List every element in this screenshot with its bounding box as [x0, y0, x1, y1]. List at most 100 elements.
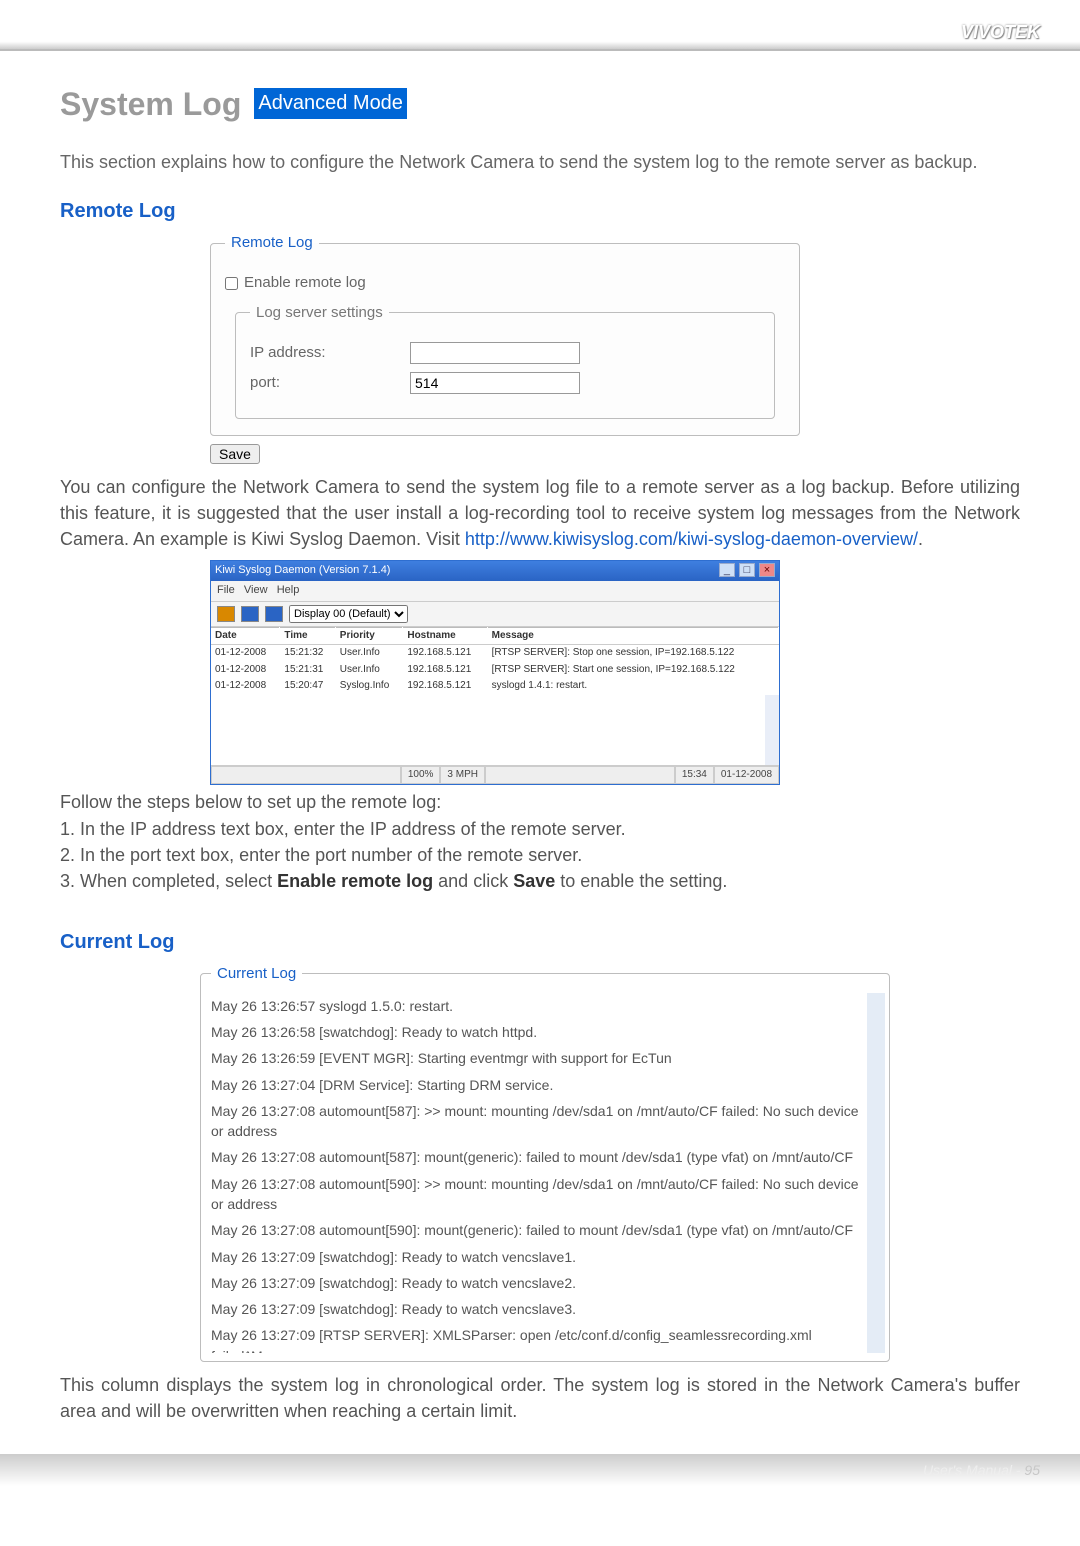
kiwi-header-row: Date Time Priority Hostname Message	[211, 627, 779, 645]
cell: User.Info	[335, 645, 403, 662]
kiwi-title-text: Kiwi Syslog Daemon (Version 7.1.4)	[215, 563, 390, 579]
save-button[interactable]: Save	[210, 444, 260, 464]
intro-text: This section explains how to configure t…	[60, 149, 1020, 175]
menu-file[interactable]: File	[217, 584, 235, 596]
cell: Syslog.Info	[335, 678, 403, 695]
status-spacer	[211, 766, 401, 785]
step3-b2: Save	[513, 871, 555, 891]
col-message: Message	[487, 627, 778, 645]
cell: 01-12-2008	[211, 662, 280, 679]
kiwi-window: Kiwi Syslog Daemon (Version 7.1.4) _ □ ×…	[210, 560, 780, 785]
footer-page: 95	[1024, 1462, 1040, 1478]
ip-address-input[interactable]	[410, 342, 580, 364]
status-spacer	[485, 766, 675, 785]
log-entry: May 26 13:27:09 [swatchdog]: Ready to wa…	[211, 1270, 867, 1296]
maximize-icon[interactable]: □	[739, 563, 755, 577]
current-log-fieldset: Current Log ^ May 26 13:26:57 syslogd 1.…	[200, 963, 890, 1362]
cell: syslogd 1.4.1: restart.	[487, 678, 778, 695]
log-server-fieldset: Log server settings IP address: port:	[235, 302, 775, 419]
step-2: 2. In the port text box, enter the port …	[60, 842, 1020, 868]
page-title: System Log	[60, 81, 241, 127]
cell: 01-12-2008	[211, 645, 280, 662]
log-entry: May 26 13:26:58 [swatchdog]: Ready to wa…	[211, 1019, 867, 1045]
cell: [RTSP SERVER]: Stop one session, IP=192.…	[487, 645, 778, 662]
port-input[interactable]	[410, 372, 580, 394]
remote-log-heading: Remote Log	[60, 197, 1020, 226]
log-entry: May 26 13:27:08 automount[587]: >> mount…	[211, 1098, 867, 1145]
scroll-up-icon[interactable]: ^	[867, 993, 885, 1011]
enable-remote-log-checkbox[interactable]	[225, 277, 238, 290]
scrollbar-thumb[interactable]	[867, 1023, 885, 1103]
cell: 192.168.5.121	[403, 645, 487, 662]
mode-badge: Advanced Mode	[254, 88, 407, 119]
cell: User.Info	[335, 662, 403, 679]
remote-log-legend: Remote Log	[225, 232, 319, 254]
close-icon[interactable]: ×	[759, 563, 775, 577]
brand-label: VIVOTEK	[961, 22, 1040, 42]
kiwi-statusbar: 100% 3 MPH 15:34 01-12-2008	[211, 765, 779, 785]
log-entry: May 26 13:27:08 automount[587]: mount(ge…	[211, 1144, 867, 1170]
col-time: Time	[280, 627, 335, 645]
step3-post: to enable the setting.	[555, 871, 727, 891]
cell: [RTSP SERVER]: Start one session, IP=192…	[487, 662, 778, 679]
cell: 192.168.5.121	[403, 662, 487, 679]
remote-log-body: You can configure the Network Camera to …	[60, 474, 1020, 552]
cell: 15:20:47	[280, 678, 335, 695]
minimize-icon[interactable]: _	[719, 563, 735, 577]
status-speed: 3 MPH	[440, 766, 485, 785]
log-entry: May 26 13:27:09 [swatchdog]: Ready to wa…	[211, 1296, 867, 1322]
kiwi-titlebar: Kiwi Syslog Daemon (Version 7.1.4) _ □ ×	[211, 561, 779, 581]
log-entry: May 26 13:26:59 [EVENT MGR]: Starting ev…	[211, 1045, 867, 1071]
remote-log-fieldset: Remote Log Enable remote log Log server …	[210, 232, 800, 435]
menu-help[interactable]: Help	[277, 584, 300, 596]
current-log-footer: This column displays the system log in c…	[60, 1372, 1020, 1424]
cell: 15:21:31	[280, 662, 335, 679]
step3-mid: and click	[433, 871, 513, 891]
step-3: 3. When completed, select Enable remote …	[60, 868, 1020, 894]
cell: 15:21:32	[280, 645, 335, 662]
footer-label: User's Manual -	[923, 1462, 1024, 1478]
log-entry: May 26 13:27:08 automount[590]: mount(ge…	[211, 1217, 867, 1243]
cell: 192.168.5.121	[403, 678, 487, 695]
kiwi-link[interactable]: http://www.kiwisyslog.com/kiwi-syslog-da…	[465, 529, 918, 549]
log-entry: May 26 13:27:09 [RTSP SERVER]: XMLSParse…	[211, 1322, 867, 1352]
steps-block: Follow the steps below to set up the rem…	[60, 789, 1020, 893]
status-pct: 100%	[401, 766, 441, 785]
remote-log-body-2: .	[918, 529, 923, 549]
kiwi-grid: Date Time Priority Hostname Message 01-1…	[211, 627, 779, 695]
tool-icon-2[interactable]	[241, 606, 259, 622]
table-row: 01-12-2008 15:20:47 Syslog.Info 192.168.…	[211, 678, 779, 695]
log-entry: May 26 13:27:09 [swatchdog]: Ready to wa…	[211, 1244, 867, 1270]
col-priority: Priority	[335, 627, 403, 645]
step-1: 1. In the IP address text box, enter the…	[60, 816, 1020, 842]
log-entry: May 26 13:27:08 automount[590]: >> mount…	[211, 1171, 867, 1218]
log-entry: May 26 13:27:04 [DRM Service]: Starting …	[211, 1072, 867, 1098]
col-hostname: Hostname	[403, 627, 487, 645]
table-row: 01-12-2008 15:21:32 User.Info 192.168.5.…	[211, 645, 779, 662]
current-log-area[interactable]: ^ May 26 13:26:57 syslogd 1.5.0: restart…	[211, 993, 885, 1353]
status-time: 15:34	[675, 766, 714, 785]
current-log-heading: Current Log	[60, 928, 1020, 957]
step3-pre: 3. When completed, select	[60, 871, 277, 891]
page-footer: User's Manual - 95	[0, 1454, 1080, 1486]
step3-b1: Enable remote log	[277, 871, 433, 891]
kiwi-toolbar: Display 00 (Default)	[211, 602, 779, 627]
enable-remote-log-label: Enable remote log	[244, 272, 366, 294]
menu-view[interactable]: View	[244, 584, 268, 596]
ip-label: IP address:	[250, 342, 410, 364]
steps-intro: Follow the steps below to set up the rem…	[60, 789, 1020, 815]
brand-header: VIVOTEK	[0, 0, 1080, 51]
port-label: port:	[250, 372, 410, 394]
current-log-legend: Current Log	[211, 963, 302, 985]
log-entry: May 26 13:26:57 syslogd 1.5.0: restart.	[211, 993, 867, 1019]
tool-icon-3[interactable]	[265, 606, 283, 622]
table-row: 01-12-2008 15:21:31 User.Info 192.168.5.…	[211, 662, 779, 679]
kiwi-grid-empty	[211, 695, 779, 765]
log-server-legend: Log server settings	[250, 302, 389, 324]
status-date: 01-12-2008	[714, 766, 779, 785]
display-dropdown[interactable]: Display 00 (Default)	[289, 605, 408, 623]
col-date: Date	[211, 627, 280, 645]
kiwi-menubar: File View Help	[211, 581, 779, 602]
tool-icon-1[interactable]	[217, 606, 235, 622]
cell: 01-12-2008	[211, 678, 280, 695]
